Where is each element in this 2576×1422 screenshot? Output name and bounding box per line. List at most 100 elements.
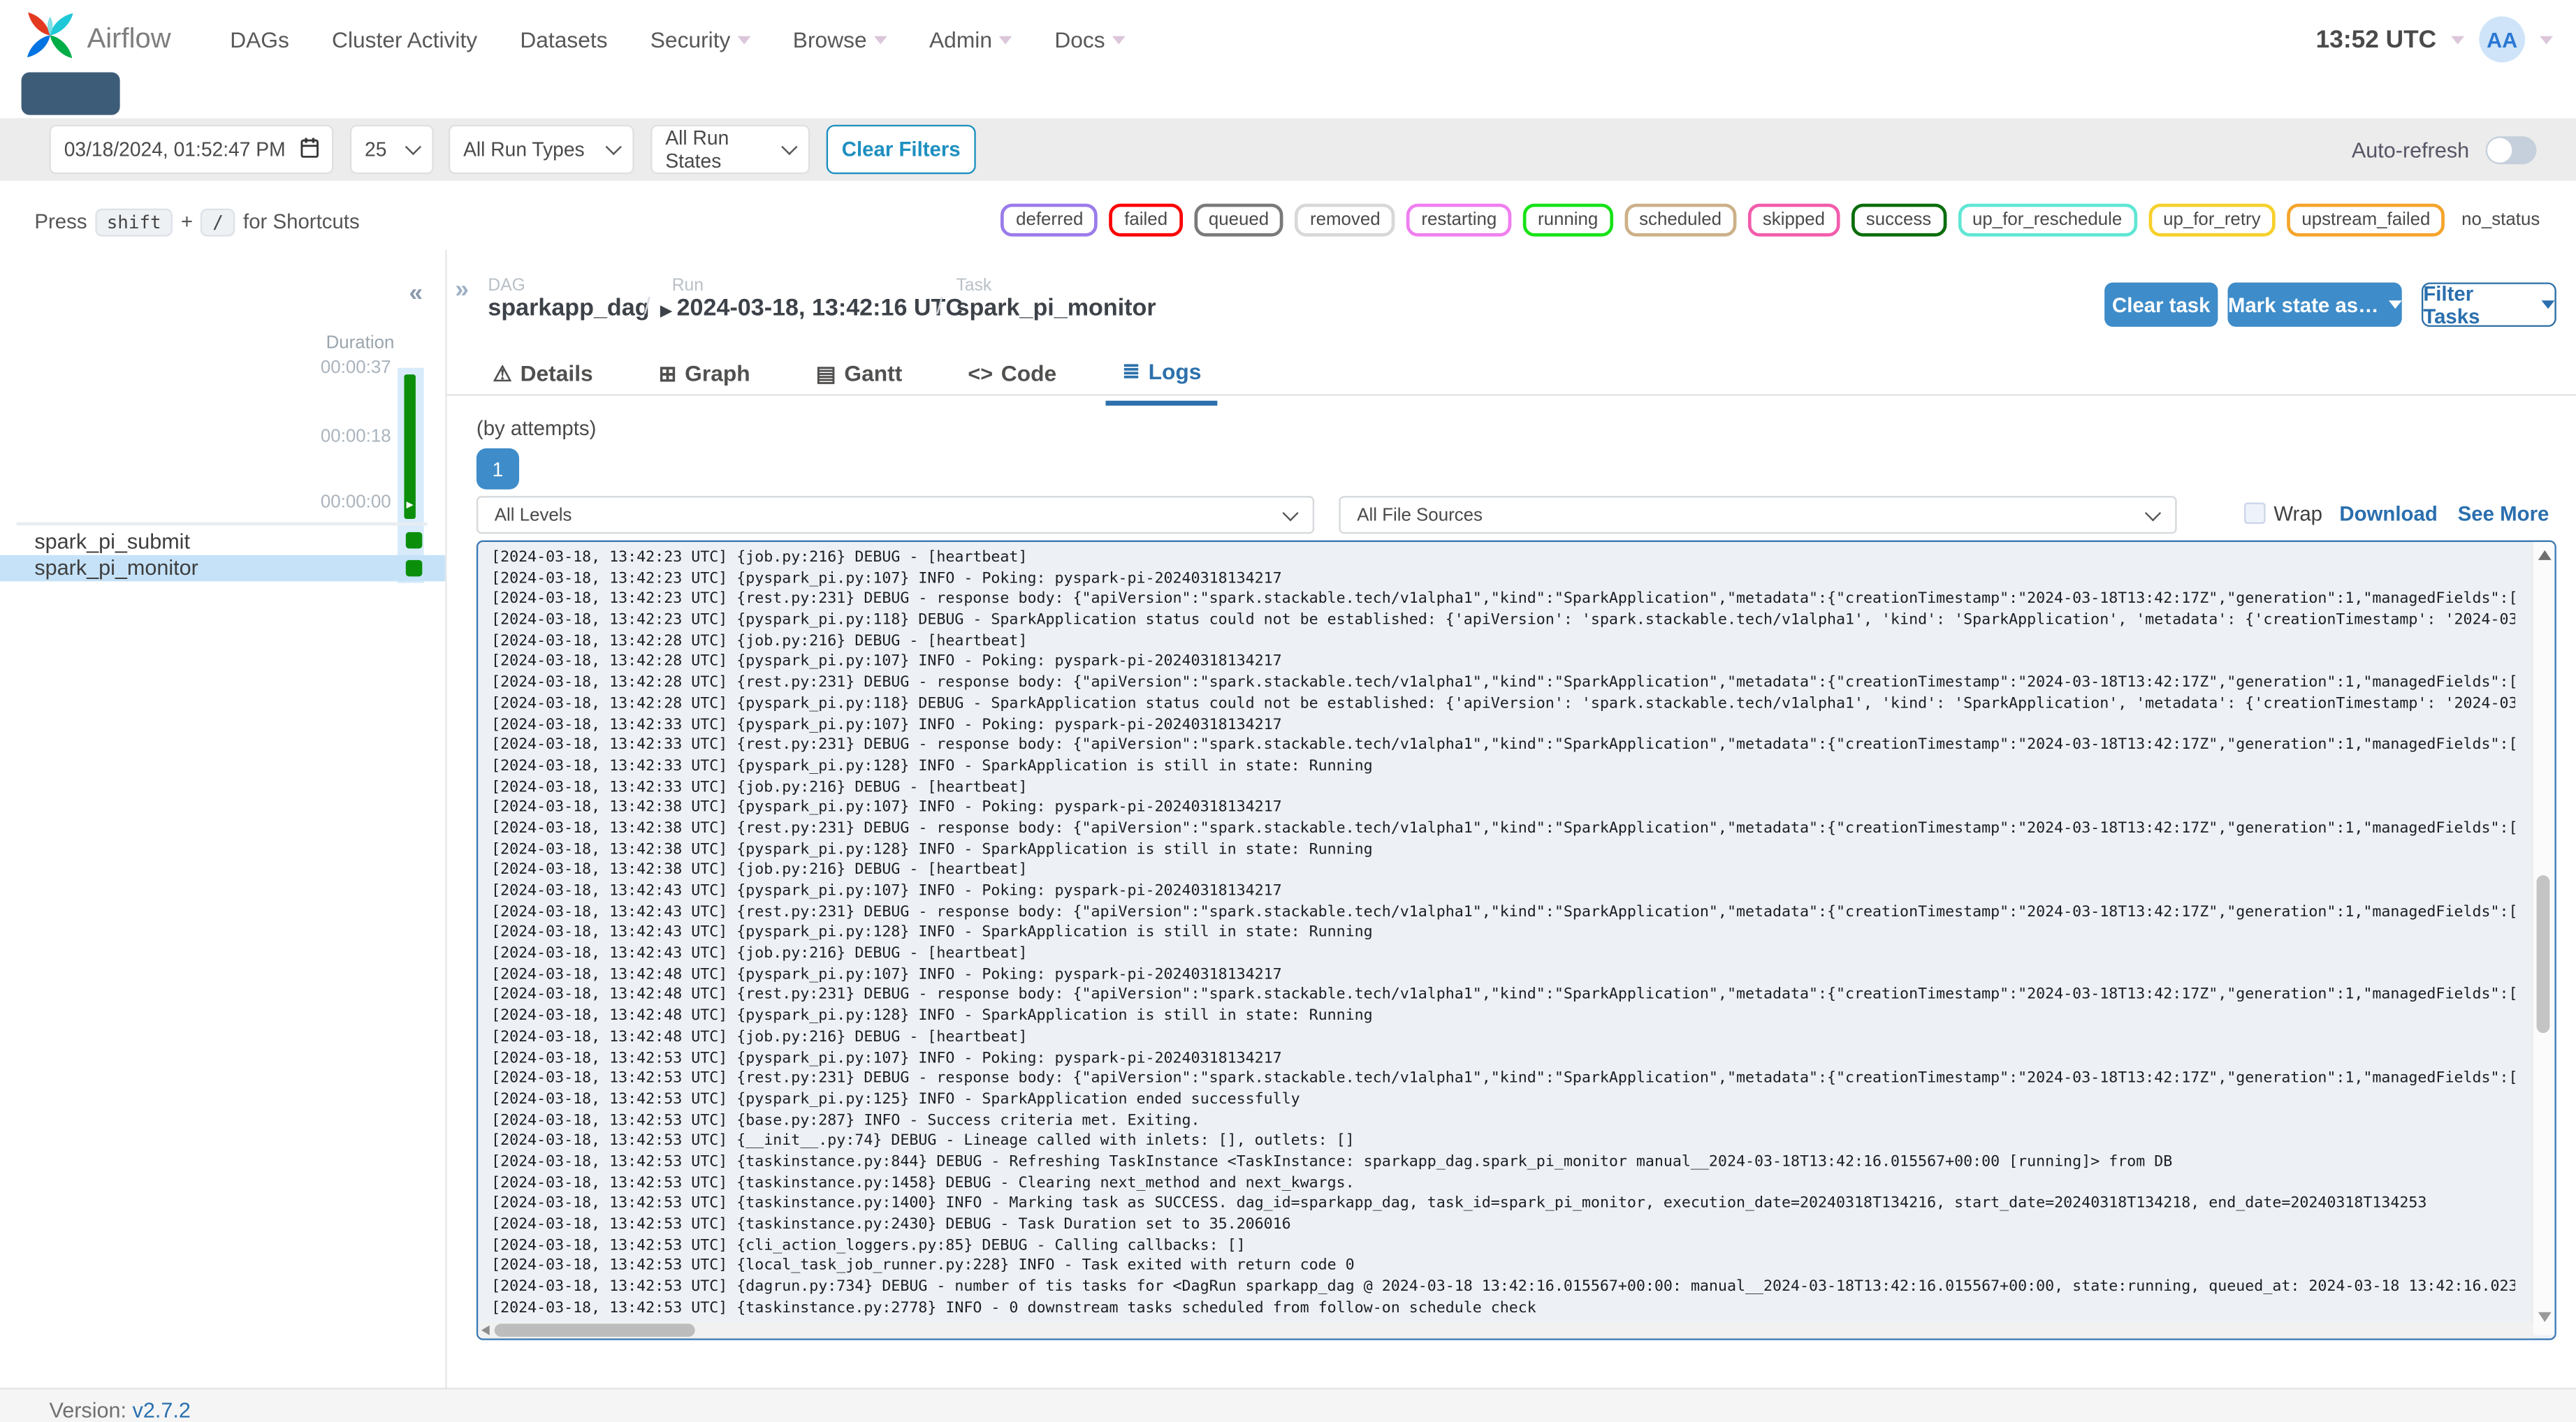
- scroll-down-arrow-icon[interactable]: [2538, 1312, 2552, 1322]
- mark-state-as-button[interactable]: Mark state as…: [2227, 282, 2402, 327]
- chart-axis-line: [16, 522, 428, 526]
- version-label: Version:: [49, 1398, 127, 1422]
- breadcrumb-separator: /: [936, 292, 943, 319]
- clear-task-button[interactable]: Clear task: [2104, 282, 2218, 327]
- nav-item-docs[interactable]: Docs: [1054, 27, 1125, 52]
- run-states-select[interactable]: All Run States: [650, 124, 810, 175]
- user-menu-chevron-down-icon[interactable]: [2540, 35, 2554, 44]
- slash-key: /: [201, 207, 235, 236]
- tab-gantt[interactable]: ▤ Gantt: [799, 348, 919, 405]
- status-badge-up_for_reschedule[interactable]: up_for_reschedule: [1957, 203, 2137, 237]
- collapse-sidebar-icon[interactable]: «: [409, 279, 423, 307]
- status-badge-deferred[interactable]: deferred: [1000, 203, 1098, 237]
- status-badge-up_for_retry[interactable]: up_for_retry: [2148, 203, 2276, 237]
- log-line: [2024-03-18, 13:42:28 UTC] {pyspark_pi.p…: [491, 652, 1282, 671]
- chevron-down-icon: [998, 35, 1012, 44]
- task-success-square[interactable]: [405, 532, 423, 549]
- task-name-label: spark_pi_monitor: [34, 555, 198, 580]
- log-line: [2024-03-18, 13:42:38 UTC] {rest.py:231}…: [491, 819, 2515, 838]
- status-badge-restarting[interactable]: restarting: [1406, 203, 1512, 237]
- nav-item-security[interactable]: Security: [650, 27, 750, 52]
- status-badge-removed[interactable]: removed: [1295, 203, 1395, 237]
- chevron-down-icon: [2541, 300, 2555, 309]
- chevron-down-icon: [873, 35, 887, 44]
- run-states-value: All Run States: [665, 126, 729, 173]
- status-badge-running[interactable]: running: [1522, 203, 1613, 237]
- log-line: [2024-03-18, 13:42:53 UTC] {base.py:287}…: [491, 1111, 1200, 1129]
- status-badge-failed[interactable]: failed: [1109, 203, 1183, 237]
- tab-label: Logs: [1148, 358, 1202, 384]
- page-size-select[interactable]: 25: [349, 124, 434, 175]
- run-types-select[interactable]: All Run Types: [448, 124, 634, 175]
- log-levels-select[interactable]: All Levels: [476, 496, 1315, 534]
- file-sources-select[interactable]: All File Sources: [1339, 496, 2177, 534]
- scroll-up-arrow-icon[interactable]: [2538, 550, 2552, 560]
- partially-visible-button[interactable]: [21, 72, 120, 115]
- horizontal-scrollbar[interactable]: [478, 1321, 2533, 1339]
- airflow-logo-icon: [23, 8, 78, 71]
- chevron-down-icon: [1112, 35, 1125, 44]
- auto-refresh-toggle[interactable]: [2485, 135, 2537, 163]
- task-row-spark_pi_monitor[interactable]: spark_pi_monitor: [0, 554, 446, 582]
- log-line: [2024-03-18, 13:42:53 UTC] {taskinstance…: [491, 1298, 1536, 1317]
- task-name[interactable]: spark_pi_monitor: [956, 295, 1156, 322]
- wrap-checkbox[interactable]: [2244, 502, 2266, 525]
- vertical-scrollbar[interactable]: [2531, 541, 2555, 1335]
- status-badge-skipped[interactable]: skipped: [1747, 203, 1840, 237]
- details-warning-icon: ⚠: [493, 360, 512, 386]
- nav-item-browse[interactable]: Browse: [793, 27, 887, 52]
- clear-filters-button[interactable]: Clear Filters: [826, 124, 976, 175]
- duration-tick: 00:00:00: [320, 492, 391, 513]
- dag-name[interactable]: sparkapp_dag: [488, 295, 649, 322]
- file-sources-value: All File Sources: [1357, 505, 1483, 525]
- tab-graph[interactable]: ⊞ Graph: [642, 348, 766, 405]
- by-attempts-label: (by attempts): [476, 417, 597, 441]
- log-line: [2024-03-18, 13:42:48 UTC] {pyspark_pi.p…: [491, 1006, 1373, 1025]
- nav-item-dags[interactable]: DAGs: [230, 27, 289, 52]
- shortcuts-hint: Press shift + / for Shortcuts: [34, 204, 360, 240]
- log-line: [2024-03-18, 13:42:53 UTC] {taskinstance…: [491, 1152, 2173, 1171]
- nav-right: 13:52 UTC AA: [2316, 0, 2554, 79]
- log-line: [2024-03-18, 13:42:53 UTC] {__init__.py:…: [491, 1131, 1355, 1150]
- tab-logs[interactable]: ≣ Logs: [1105, 348, 1218, 406]
- nav-item-admin[interactable]: Admin: [929, 27, 1012, 52]
- code-icon: <>: [968, 361, 994, 386]
- see-more-link[interactable]: See More: [2458, 503, 2549, 526]
- run-play-icon: ▶: [406, 501, 414, 511]
- status-badge-upstream_failed[interactable]: upstream_failed: [2287, 203, 2445, 237]
- chevron-down-icon: [736, 35, 750, 44]
- scroll-left-arrow-icon[interactable]: [481, 1325, 490, 1335]
- log-output-panel[interactable]: [2024-03-18, 13:42:23 UTC] {job.py:216} …: [476, 540, 2556, 1340]
- horizontal-scrollbar-thumb[interactable]: [494, 1324, 695, 1337]
- tab-label: Code: [1000, 361, 1057, 386]
- run-name[interactable]: ▶ 2024-03-18, 13:42:16 UTC: [660, 295, 963, 322]
- avatar[interactable]: AA: [2479, 16, 2526, 63]
- base-date-input[interactable]: 03/18/2024, 01:52:47 PM: [49, 124, 334, 175]
- task-success-square[interactable]: [405, 559, 423, 576]
- nav-item-datasets[interactable]: Datasets: [520, 27, 607, 52]
- log-line: [2024-03-18, 13:42:53 UTC] {local_task_j…: [491, 1256, 1355, 1275]
- chevron-down-icon: [405, 138, 422, 156]
- task-row-spark_pi_submit[interactable]: spark_pi_submit: [0, 527, 445, 555]
- expand-panel-icon[interactable]: »: [455, 276, 469, 304]
- calendar-icon[interactable]: [300, 137, 319, 161]
- attempt-1-button[interactable]: 1: [476, 448, 520, 490]
- status-badge-success[interactable]: success: [1851, 203, 1946, 237]
- chevron-down-icon: [605, 138, 622, 156]
- tab-details[interactable]: ⚠ Details: [476, 348, 609, 405]
- gantt-icon: ▤: [815, 360, 836, 386]
- tab-code[interactable]: <> Code: [952, 348, 1073, 405]
- version-link[interactable]: v2.7.2: [133, 1398, 191, 1422]
- status-badge-queued[interactable]: queued: [1193, 203, 1284, 237]
- run-manual-icon: ▶: [660, 302, 672, 319]
- airflow-brand[interactable]: Airflow: [23, 8, 171, 71]
- log-line: [2024-03-18, 13:42:53 UTC] {taskinstance…: [491, 1173, 1355, 1192]
- download-link[interactable]: Download: [2339, 503, 2437, 526]
- chevron-down-icon: [2144, 504, 2162, 521]
- utc-clock[interactable]: 13:52 UTC: [2316, 25, 2436, 53]
- nav-item-cluster-activity[interactable]: Cluster Activity: [332, 27, 477, 52]
- filter-tasks-button[interactable]: Filter Tasks: [2421, 281, 2556, 328]
- status-badge-scheduled[interactable]: scheduled: [1624, 203, 1737, 237]
- run-duration-bar[interactable]: [404, 374, 416, 520]
- vertical-scrollbar-thumb[interactable]: [2536, 875, 2550, 1034]
